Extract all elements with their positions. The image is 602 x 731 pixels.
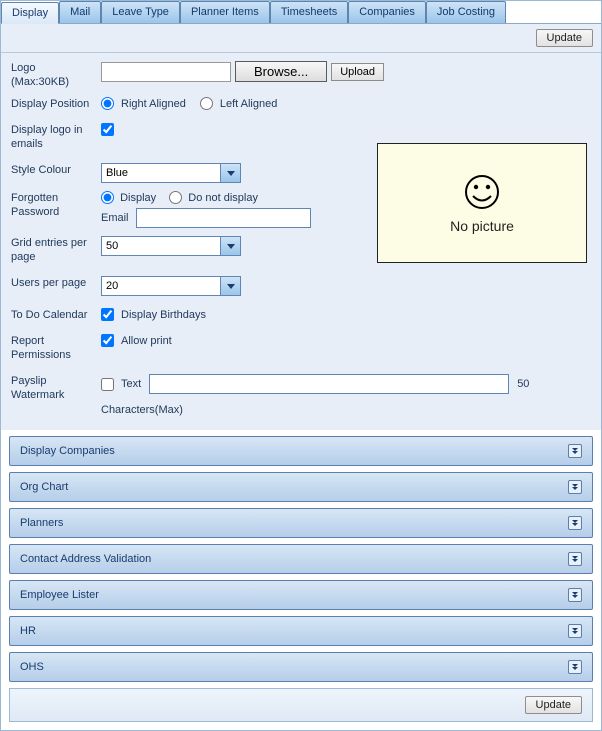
settings-panel: No picture Logo (Max:30KB) Browse... Upl… [1,53,601,430]
tab-leave-type[interactable]: Leave Type [101,1,180,23]
accordion-label: Contact Address Validation [20,553,151,565]
forgotten-nodisplay-label: Do not display [188,192,258,204]
accordion-label: Employee Lister [20,589,99,601]
users-per-page-label: Users per page [11,276,101,290]
allow-print-label: Allow print [121,335,172,347]
upload-button[interactable]: Upload [331,63,384,81]
display-position-label: Display Position [11,97,101,111]
report-permissions-label: Report Permissions [11,334,101,362]
smiley-icon [462,172,502,212]
preview-caption: No picture [450,218,514,234]
tab-planner-items[interactable]: Planner Items [180,1,270,23]
forgotten-nodisplay-radio[interactable] [169,191,182,204]
expand-icon [568,660,582,674]
accordion-contact-address-validation[interactable]: Contact Address Validation [9,544,593,574]
tab-bar: Display Mail Leave Type Planner Items Ti… [1,1,601,24]
accordion-org-chart[interactable]: Org Chart [9,472,593,502]
users-per-page-select[interactable]: 20 [101,276,241,296]
watermark-text-label: Text [121,378,141,390]
forgotten-display-label: Display [120,192,156,204]
display-birthdays-label: Display Birthdays [121,309,206,321]
position-right-label: Right Aligned [121,98,186,110]
update-button-top[interactable]: Update [536,29,593,47]
tab-display[interactable]: Display [1,2,59,24]
position-left-radio[interactable] [200,97,213,110]
logo-preview: No picture [377,143,587,263]
watermark-text-checkbox[interactable] [101,378,114,391]
logo-label: Logo (Max:30KB) [11,61,101,89]
position-left-label: Left Aligned [220,98,278,110]
style-colour-select[interactable]: Blue [101,163,241,183]
expand-icon [568,552,582,566]
accordion-employee-lister[interactable]: Employee Lister [9,580,593,610]
browse-button[interactable]: Browse... [235,61,327,82]
forgotten-email-label: Email [101,212,129,224]
accordion-hr[interactable]: HR [9,616,593,646]
forgotten-pw-label: Forgotten Password [11,191,101,219]
expand-icon [568,480,582,494]
display-logo-emails-checkbox[interactable] [101,123,114,136]
update-button-bottom[interactable]: Update [525,696,582,714]
style-colour-value: Blue [106,167,128,179]
tab-job-costing[interactable]: Job Costing [426,1,506,23]
accordion-ohs[interactable]: OHS [9,652,593,682]
bottom-toolbar: Update [9,688,593,722]
watermark-text-input[interactable] [149,374,509,394]
accordion-planners[interactable]: Planners [9,508,593,538]
display-birthdays-checkbox[interactable] [101,308,114,321]
display-logo-emails-label: Display logo in emails [11,123,101,151]
todo-calendar-label: To Do Calendar [11,308,101,322]
payslip-watermark-label: Payslip Watermark [11,374,101,402]
forgotten-display-radio[interactable] [101,191,114,204]
chevron-down-icon [220,164,240,182]
accordion-label: Planners [20,517,63,529]
chevron-down-icon [220,277,240,295]
watermark-max-count: 50 [517,378,529,390]
forgotten-email-input[interactable] [136,208,311,228]
grid-entries-label: Grid entries per page [11,236,101,264]
accordion-label: OHS [20,661,44,673]
chevron-down-icon [220,237,240,255]
allow-print-checkbox[interactable] [101,334,114,347]
accordion-display-companies[interactable]: Display Companies [9,436,593,466]
expand-icon [568,588,582,602]
accordion-label: Display Companies [20,445,115,457]
top-toolbar: Update [1,24,601,53]
users-per-page-value: 20 [106,280,118,292]
grid-entries-value: 50 [106,240,118,252]
watermark-chars-max: Characters(Max) [101,404,591,416]
expand-icon [568,516,582,530]
accordion-label: HR [20,625,36,637]
tab-companies[interactable]: Companies [348,1,426,23]
tab-timesheets[interactable]: Timesheets [270,1,348,23]
logo-file-display [101,62,231,82]
expand-icon [568,444,582,458]
grid-entries-select[interactable]: 50 [101,236,241,256]
tab-mail[interactable]: Mail [59,1,101,23]
position-right-radio[interactable] [101,97,114,110]
accordion-label: Org Chart [20,481,68,493]
expand-icon [568,624,582,638]
style-colour-label: Style Colour [11,163,101,177]
